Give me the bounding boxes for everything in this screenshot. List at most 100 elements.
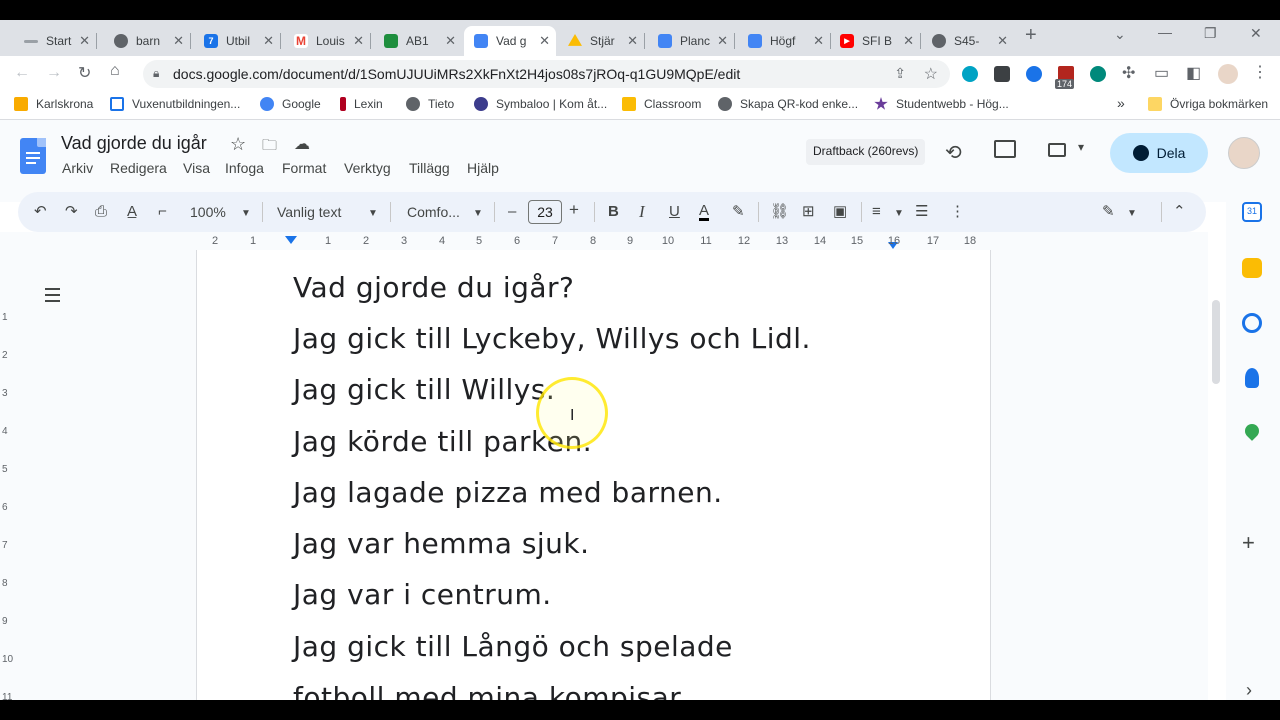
chevron-down-icon[interactable]: ▼ — [368, 205, 378, 223]
spellcheck-icon[interactable]: A̲ — [127, 203, 137, 221]
reload-icon[interactable]: ↻ — [78, 63, 91, 83]
browser-tab[interactable]: 7 Utbil ✕ — [194, 26, 281, 56]
bookmark-item[interactable]: Tieto — [406, 97, 454, 111]
close-tab-icon[interactable]: ✕ — [173, 33, 184, 49]
browser-tab[interactable]: ▶ SFI B ✕ — [830, 26, 921, 56]
browser-tab[interactable]: Start ✕ — [14, 26, 97, 56]
italic-button[interactable]: I — [639, 203, 645, 221]
extension-icon[interactable] — [994, 66, 1010, 82]
other-bookmarks-folder[interactable]: Övriga bokmärken — [1148, 97, 1268, 111]
comments-icon[interactable] — [994, 140, 1016, 158]
close-tab-icon[interactable]: ✕ — [445, 33, 456, 49]
address-bar[interactable]: 🔒︎ docs.google.com/document/d/1SomUJUUiM… — [143, 60, 950, 88]
document-line[interactable]: fotboll med mina kompisar. — [293, 681, 688, 700]
restore-icon[interactable]: ❐ — [1204, 25, 1217, 42]
history-icon[interactable]: ⟲ — [945, 140, 962, 165]
share-button[interactable]: Dela — [1110, 133, 1208, 173]
vertical-scrollbar[interactable] — [1212, 300, 1220, 384]
font-size-input[interactable]: 23 — [528, 200, 562, 224]
profile-avatar[interactable] — [1218, 64, 1238, 84]
close-tab-icon[interactable]: ✕ — [997, 33, 1008, 49]
increase-font-size-button[interactable]: + — [569, 201, 579, 219]
text-color-button[interactable]: A — [699, 203, 710, 221]
close-tab-icon[interactable]: ✕ — [263, 33, 274, 49]
browser-tab[interactable]: AB1 ✕ — [374, 26, 462, 56]
document-title[interactable]: Vad gjorde du igår — [61, 133, 207, 154]
menu-visa[interactable]: Visa — [183, 160, 210, 176]
close-window-icon[interactable]: ✕ — [1250, 25, 1262, 42]
document-line[interactable]: Jag gick till Långö och spelade — [293, 630, 733, 663]
redo-icon[interactable]: ↷ — [65, 203, 78, 221]
close-tab-icon[interactable]: ✕ — [627, 33, 638, 49]
side-panel-icon[interactable]: ◧ — [1186, 63, 1201, 83]
document-line[interactable]: Jag gick till Lyckeby, Willys och Lidl. — [293, 322, 811, 355]
bookmark-item[interactable]: Lexin — [340, 97, 383, 111]
more-options-icon[interactable]: ⋮ — [950, 203, 965, 221]
menu-format[interactable]: Format — [282, 160, 326, 176]
left-indent-marker[interactable] — [285, 236, 297, 244]
underline-button[interactable]: U — [669, 203, 680, 221]
tab-search-icon[interactable]: ⌄ — [1114, 26, 1126, 43]
calendar-icon[interactable]: 31 — [1242, 202, 1262, 222]
close-tab-icon[interactable]: ✕ — [79, 33, 90, 49]
align-left-icon[interactable]: ≡ — [872, 203, 881, 221]
forward-icon[interactable]: → — [46, 64, 62, 82]
browser-tab[interactable]: S45- ✕ — [922, 26, 1014, 56]
docs-logo-icon[interactable] — [20, 138, 46, 174]
document-line[interactable]: Jag lagade pizza med barnen. — [293, 476, 723, 509]
editing-mode-icon[interactable]: ✎ — [1102, 203, 1115, 221]
document-line[interactable]: Jag gick till Willys. — [293, 373, 555, 406]
print-icon[interactable]: ⎙ — [95, 203, 107, 221]
show-side-panel-icon[interactable]: › — [1246, 680, 1252, 700]
vertical-ruler[interactable]: 1 2 3 4 5 6 7 8 9 10 11 — [0, 272, 14, 700]
extension-icon[interactable] — [1026, 66, 1042, 82]
keep-icon[interactable] — [1242, 258, 1262, 278]
bookmarks-overflow-icon[interactable]: » — [1117, 95, 1125, 111]
decrease-font-size-button[interactable]: – — [508, 203, 516, 221]
meet-icon[interactable] — [1048, 143, 1066, 157]
close-tab-icon[interactable]: ✕ — [353, 33, 364, 49]
paint-format-icon[interactable]: ⌐ — [158, 203, 167, 221]
bookmark-item[interactable]: Skapa QR-kod enke... — [718, 97, 858, 111]
line-spacing-icon[interactable]: ☰ — [915, 203, 928, 221]
document-page[interactable]: Vad gjorde du igår? Jag gick till Lyckeb… — [196, 250, 991, 700]
close-tab-icon[interactable]: ✕ — [717, 33, 728, 49]
menu-verktyg[interactable]: Verktyg — [344, 160, 391, 176]
minimize-icon[interactable]: — — [1158, 24, 1172, 40]
browser-tab[interactable]: barn ✕ — [104, 26, 191, 56]
insert-image-icon[interactable]: ▣ — [833, 203, 847, 221]
bookmark-item[interactable]: Studentwebb - Hög... — [874, 97, 1009, 111]
browser-tab[interactable]: M Louis ✕ — [284, 26, 371, 56]
document-line[interactable]: Jag var hemma sjuk. — [293, 527, 590, 560]
link-icon[interactable]: ⛓ — [770, 203, 789, 221]
tasks-icon[interactable] — [1242, 313, 1262, 333]
menu-infoga[interactable]: Infoga — [225, 160, 264, 176]
kebab-menu-icon[interactable]: ⋮ — [1252, 62, 1268, 82]
menu-redigera[interactable]: Redigera — [110, 160, 167, 176]
extension-icon[interactable] — [1090, 66, 1106, 82]
close-tab-icon[interactable]: ✕ — [903, 33, 914, 49]
draftback-button[interactable]: Draftback (260revs) — [806, 139, 926, 165]
get-addons-icon[interactable]: + — [1242, 530, 1255, 556]
undo-icon[interactable]: ↶ — [34, 203, 47, 221]
menu-arkiv[interactable]: Arkiv — [62, 160, 93, 176]
font-select[interactable]: Comfo... — [407, 203, 460, 221]
bookmark-item[interactable]: Vuxenutbildningen... — [110, 97, 240, 111]
home-icon[interactable]: ⌂ — [110, 62, 120, 80]
extension-icon[interactable] — [962, 66, 978, 82]
cast-icon[interactable]: ▭ — [1154, 63, 1169, 83]
document-line[interactable]: Jag var i centrum. — [293, 578, 552, 611]
bookmark-item[interactable]: Symbaloo | Kom åt... — [474, 97, 607, 111]
contacts-icon[interactable] — [1245, 368, 1259, 388]
browser-tab[interactable]: Planc ✕ — [648, 26, 735, 56]
bookmark-item[interactable]: Karlskrona — [14, 97, 93, 111]
browser-tab[interactable]: Högf ✕ — [738, 26, 831, 56]
chevron-down-icon[interactable]: ▼ — [894, 205, 904, 223]
document-outline-icon[interactable] — [40, 288, 60, 306]
highlight-icon[interactable]: ✎ — [732, 203, 745, 221]
close-tab-icon[interactable]: ✕ — [539, 33, 550, 49]
add-comment-icon[interactable]: ⊞ — [802, 203, 815, 221]
bold-button[interactable]: B — [608, 203, 619, 221]
bookmark-item[interactable]: Google — [260, 97, 321, 111]
cloud-status-icon[interactable]: ☁︎ — [294, 134, 310, 154]
